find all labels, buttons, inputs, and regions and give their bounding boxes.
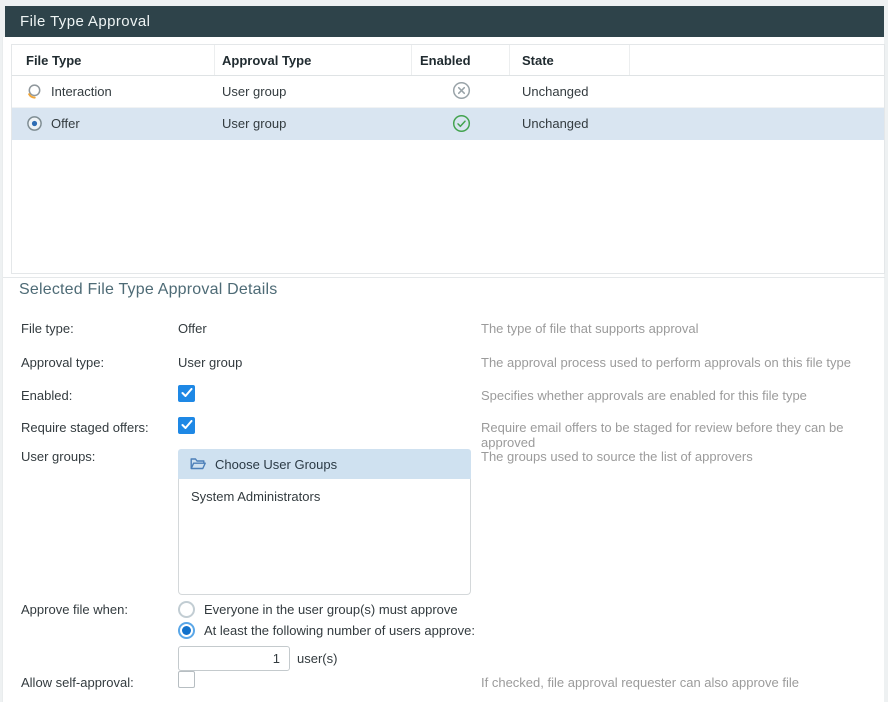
- require-staged-offers-label: Require staged offers:: [21, 418, 178, 435]
- at-least-radio-label: At least the following number of users a…: [204, 623, 475, 638]
- table-header-row: File Type Approval Type Enabled State: [12, 45, 884, 76]
- choose-user-groups-button[interactable]: Choose User Groups: [178, 449, 471, 479]
- user-groups-label: User groups:: [21, 449, 178, 464]
- everyone-radio[interactable]: [178, 601, 195, 618]
- file-type-label: File type:: [21, 321, 178, 336]
- enabled-check-icon: [452, 114, 471, 133]
- enabled-cell: [412, 108, 510, 139]
- enabled-cell: [412, 76, 510, 107]
- file-type-description: The type of file that supports approval: [481, 321, 880, 336]
- disabled-cross-icon: [452, 81, 471, 103]
- approver-count-input[interactable]: [178, 646, 290, 671]
- approval-type-description: The approval process used to perform app…: [481, 355, 880, 370]
- approve-file-when-label: Approve file when:: [21, 599, 178, 617]
- column-header-empty: [630, 45, 884, 75]
- main-content: File Type Approval Type Enabled State In…: [2, 37, 884, 702]
- field-row-require-staged-offers: Require staged offers: Require email off…: [21, 418, 880, 450]
- section-divider: [3, 277, 885, 278]
- approver-count-suffix: user(s): [297, 651, 337, 666]
- field-row-user-groups: User groups: Choose User Groups System A…: [21, 449, 880, 595]
- enabled-description: Specifies whether approvals are enabled …: [481, 386, 880, 403]
- panel-titlebar: File Type Approval: [5, 6, 884, 37]
- require-staged-offers-description: Require email offers to be staged for re…: [481, 418, 880, 450]
- enabled-checkbox[interactable]: [178, 385, 195, 402]
- offer-icon: [26, 115, 43, 132]
- field-row-approval-type: Approval type: User group The approval p…: [21, 355, 880, 370]
- state-cell: Unchanged: [522, 84, 589, 99]
- interaction-icon: [26, 83, 43, 100]
- radio-option-at-least[interactable]: At least the following number of users a…: [178, 620, 880, 641]
- field-row-approve-file-when: Approve file when: Everyone in the user …: [21, 599, 880, 671]
- file-type-cell: Offer: [51, 116, 80, 131]
- user-group-list-item[interactable]: System Administrators: [179, 479, 470, 504]
- state-cell: Unchanged: [522, 116, 589, 131]
- column-header-state[interactable]: State: [510, 45, 630, 75]
- field-row-allow-self-approval: Allow self-approval: If checked, file ap…: [21, 673, 880, 691]
- column-header-approval-type[interactable]: Approval Type: [215, 45, 412, 75]
- panel-title: File Type Approval: [20, 13, 150, 30]
- choose-user-groups-label: Choose User Groups: [215, 457, 337, 472]
- user-groups-description: The groups used to source the list of ap…: [481, 449, 880, 464]
- everyone-radio-label: Everyone in the user group(s) must appro…: [204, 602, 458, 617]
- approval-type-value: User group: [178, 355, 481, 370]
- radio-option-everyone[interactable]: Everyone in the user group(s) must appro…: [178, 599, 880, 620]
- allow-self-approval-checkbox[interactable]: [178, 671, 195, 688]
- approval-type-label: Approval type:: [21, 355, 178, 370]
- details-heading: Selected File Type Approval Details: [19, 281, 277, 299]
- allow-self-approval-description: If checked, file approval requester can …: [481, 673, 880, 690]
- approval-type-cell: User group: [222, 116, 286, 131]
- enabled-label: Enabled:: [21, 386, 178, 403]
- column-header-file-type[interactable]: File Type: [12, 45, 215, 75]
- table-row[interactable]: Interaction User group Unchanged: [12, 76, 884, 108]
- file-type-value: Offer: [178, 321, 481, 336]
- at-least-radio[interactable]: [178, 622, 195, 639]
- column-header-enabled[interactable]: Enabled: [412, 45, 510, 75]
- approval-type-cell: User group: [222, 84, 286, 99]
- field-row-enabled: Enabled: Specifies whether approvals are…: [21, 386, 880, 403]
- table-row[interactable]: Offer User group Unchanged: [12, 108, 884, 140]
- field-row-file-type: File type: Offer The type of file that s…: [21, 321, 880, 336]
- file-type-cell: Interaction: [51, 84, 112, 99]
- file-type-approval-table: File Type Approval Type Enabled State In…: [11, 44, 885, 274]
- open-folder-icon: [190, 457, 206, 471]
- user-groups-list[interactable]: System Administrators: [178, 479, 471, 595]
- require-staged-offers-checkbox[interactable]: [178, 417, 195, 434]
- allow-self-approval-label: Allow self-approval:: [21, 673, 178, 690]
